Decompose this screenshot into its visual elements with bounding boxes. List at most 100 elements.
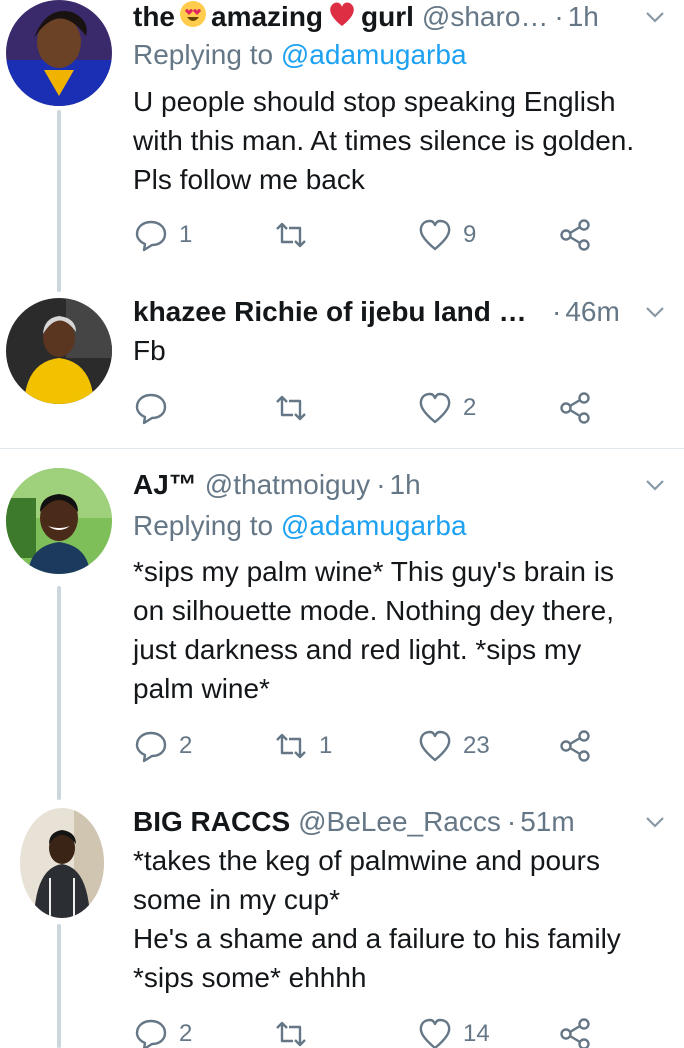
tweet-2[interactable]: khazee Richie of ijebu land … · 46m Fb 2 [0,292,684,448]
avatar[interactable] [6,0,112,106]
heart-icon [419,392,451,424]
separator-dot: · [506,806,517,837]
chevron-down-icon[interactable] [640,2,670,32]
reply-icon [135,731,167,763]
share-icon [560,730,590,762]
share-icon [560,219,590,251]
tweet-text: *sips my palm wine* This guy's brain is … [133,552,678,708]
user-handle[interactable]: @BeLee_Raccs [298,806,501,838]
tweet-divider [0,448,684,449]
like-button[interactable]: 2 [417,388,476,428]
separator-dot: · [554,1,564,32]
text-line: He's a shame and a failure to his family [133,923,621,954]
text-line: on silhouette mode. Nothing dey there, [133,595,614,626]
reply-button[interactable]: 2 [133,726,192,766]
retweet-icon [276,733,306,759]
user-handle[interactable]: @sharo… [422,1,548,33]
retweet-button[interactable] [273,1014,319,1048]
tweet-3[interactable]: AJ™ @thatmoiguy · 1h Replying to @adamug… [0,468,684,800]
heart-icon [419,730,451,762]
tweet-time[interactable]: 1h [390,469,421,501]
retweet-icon [276,222,306,248]
text-line: *sips my palm wine* This guy's brain is [133,556,615,587]
like-count: 9 [463,221,477,248]
like-button[interactable]: 14 [417,1014,490,1048]
tweet-header: the amazing gurl @sharo… · 1h [133,0,599,34]
tweet-actions: 2 [133,388,653,428]
avatar[interactable] [20,808,104,918]
tweet-text: U people should stop speaking English wi… [133,82,678,199]
tweet-time[interactable]: 51m [520,806,574,838]
avatar[interactable] [6,468,112,574]
retweet-button[interactable] [273,388,319,428]
tweet-actions: 2 1 23 [133,726,653,766]
share-button[interactable] [557,215,593,255]
tweet-time[interactable]: 46m [565,296,619,328]
tweet-1[interactable]: the amazing gurl @sharo… · 1h Replying t… [0,0,684,292]
text-line: with this man. At times silence is golde… [133,125,635,156]
replying-to: Replying to @adamugarba [133,510,467,542]
replying-to: Replying to @adamugarba [133,39,467,71]
retweet-button[interactable]: 1 [273,726,332,766]
red-heart-emoji-icon [327,0,357,35]
text-line: Fb [133,335,166,366]
like-button[interactable]: 9 [417,215,476,255]
reply-icon [135,393,167,425]
tweet-header: khazee Richie of ijebu land … [133,295,527,329]
share-button[interactable] [557,1014,593,1048]
text-line: some in my cup* [133,884,340,915]
display-name-part: amazing [211,1,324,32]
chevron-down-icon[interactable] [640,470,670,500]
replying-label: Replying to [133,39,274,70]
tweet-header: BIG RACCS @BeLee_Raccs · 51m [133,805,575,839]
reply-count: 2 [179,732,193,759]
reply-button[interactable]: 1 [133,215,192,255]
share-button[interactable] [557,726,593,766]
share-icon [560,1018,590,1048]
tweet-actions: 2 14 [133,1014,653,1048]
separator-dot: · [376,469,386,500]
display-name[interactable]: the amazing gurl [133,0,414,35]
display-name[interactable]: AJ™ [133,469,197,501]
text-line: just darkness and red light. *sips my [133,634,582,665]
like-count: 14 [463,1020,490,1047]
text-line: *sips some* ehhhh [133,962,367,993]
tweet-actions: 1 9 [133,215,653,255]
heart-icon [419,1018,451,1048]
heart-eyes-emoji-icon [179,0,207,35]
tweet-time-group: · 46m [552,295,620,329]
text-line: U people should stop speaking English [133,86,616,117]
mention-link[interactable]: @adamugarba [281,510,467,541]
tweet-4[interactable]: BIG RACCS @BeLee_Raccs · 51m *takes the … [0,804,684,1048]
retweet-icon [276,1021,306,1047]
tweet-text: *takes the keg of palmwine and pours som… [133,841,678,997]
like-count: 23 [463,732,490,759]
tweet-header: AJ™ @thatmoiguy · 1h [133,468,421,502]
text-line: palm wine* [133,673,270,704]
separator-dot: · [552,296,562,327]
thread-line [57,924,61,1048]
retweet-button[interactable] [273,215,319,255]
avatar[interactable] [6,298,112,404]
chevron-down-icon[interactable] [640,807,670,837]
reply-icon [135,220,167,252]
reply-button[interactable]: 2 [133,1014,192,1048]
display-name[interactable]: BIG RACCS [133,806,290,838]
retweet-icon [276,395,306,421]
tweet-time[interactable]: 1h [568,1,599,33]
mention-link[interactable]: @adamugarba [281,39,467,70]
thread-line [57,586,61,800]
heart-icon [419,219,451,251]
reply-count: 2 [179,1020,193,1047]
text-line: *takes the keg of palmwine and pours [133,845,600,876]
reply-button[interactable] [133,388,179,428]
like-button[interactable]: 23 [417,726,490,766]
display-name[interactable]: khazee Richie of ijebu land … [133,296,527,328]
retweet-count: 1 [319,732,333,759]
share-button[interactable] [557,388,593,428]
user-handle[interactable]: @thatmoiguy [205,469,370,501]
replying-label: Replying to [133,510,274,541]
chevron-down-icon[interactable] [640,297,670,327]
reply-count: 1 [179,221,193,248]
display-name-part: the [133,1,175,32]
